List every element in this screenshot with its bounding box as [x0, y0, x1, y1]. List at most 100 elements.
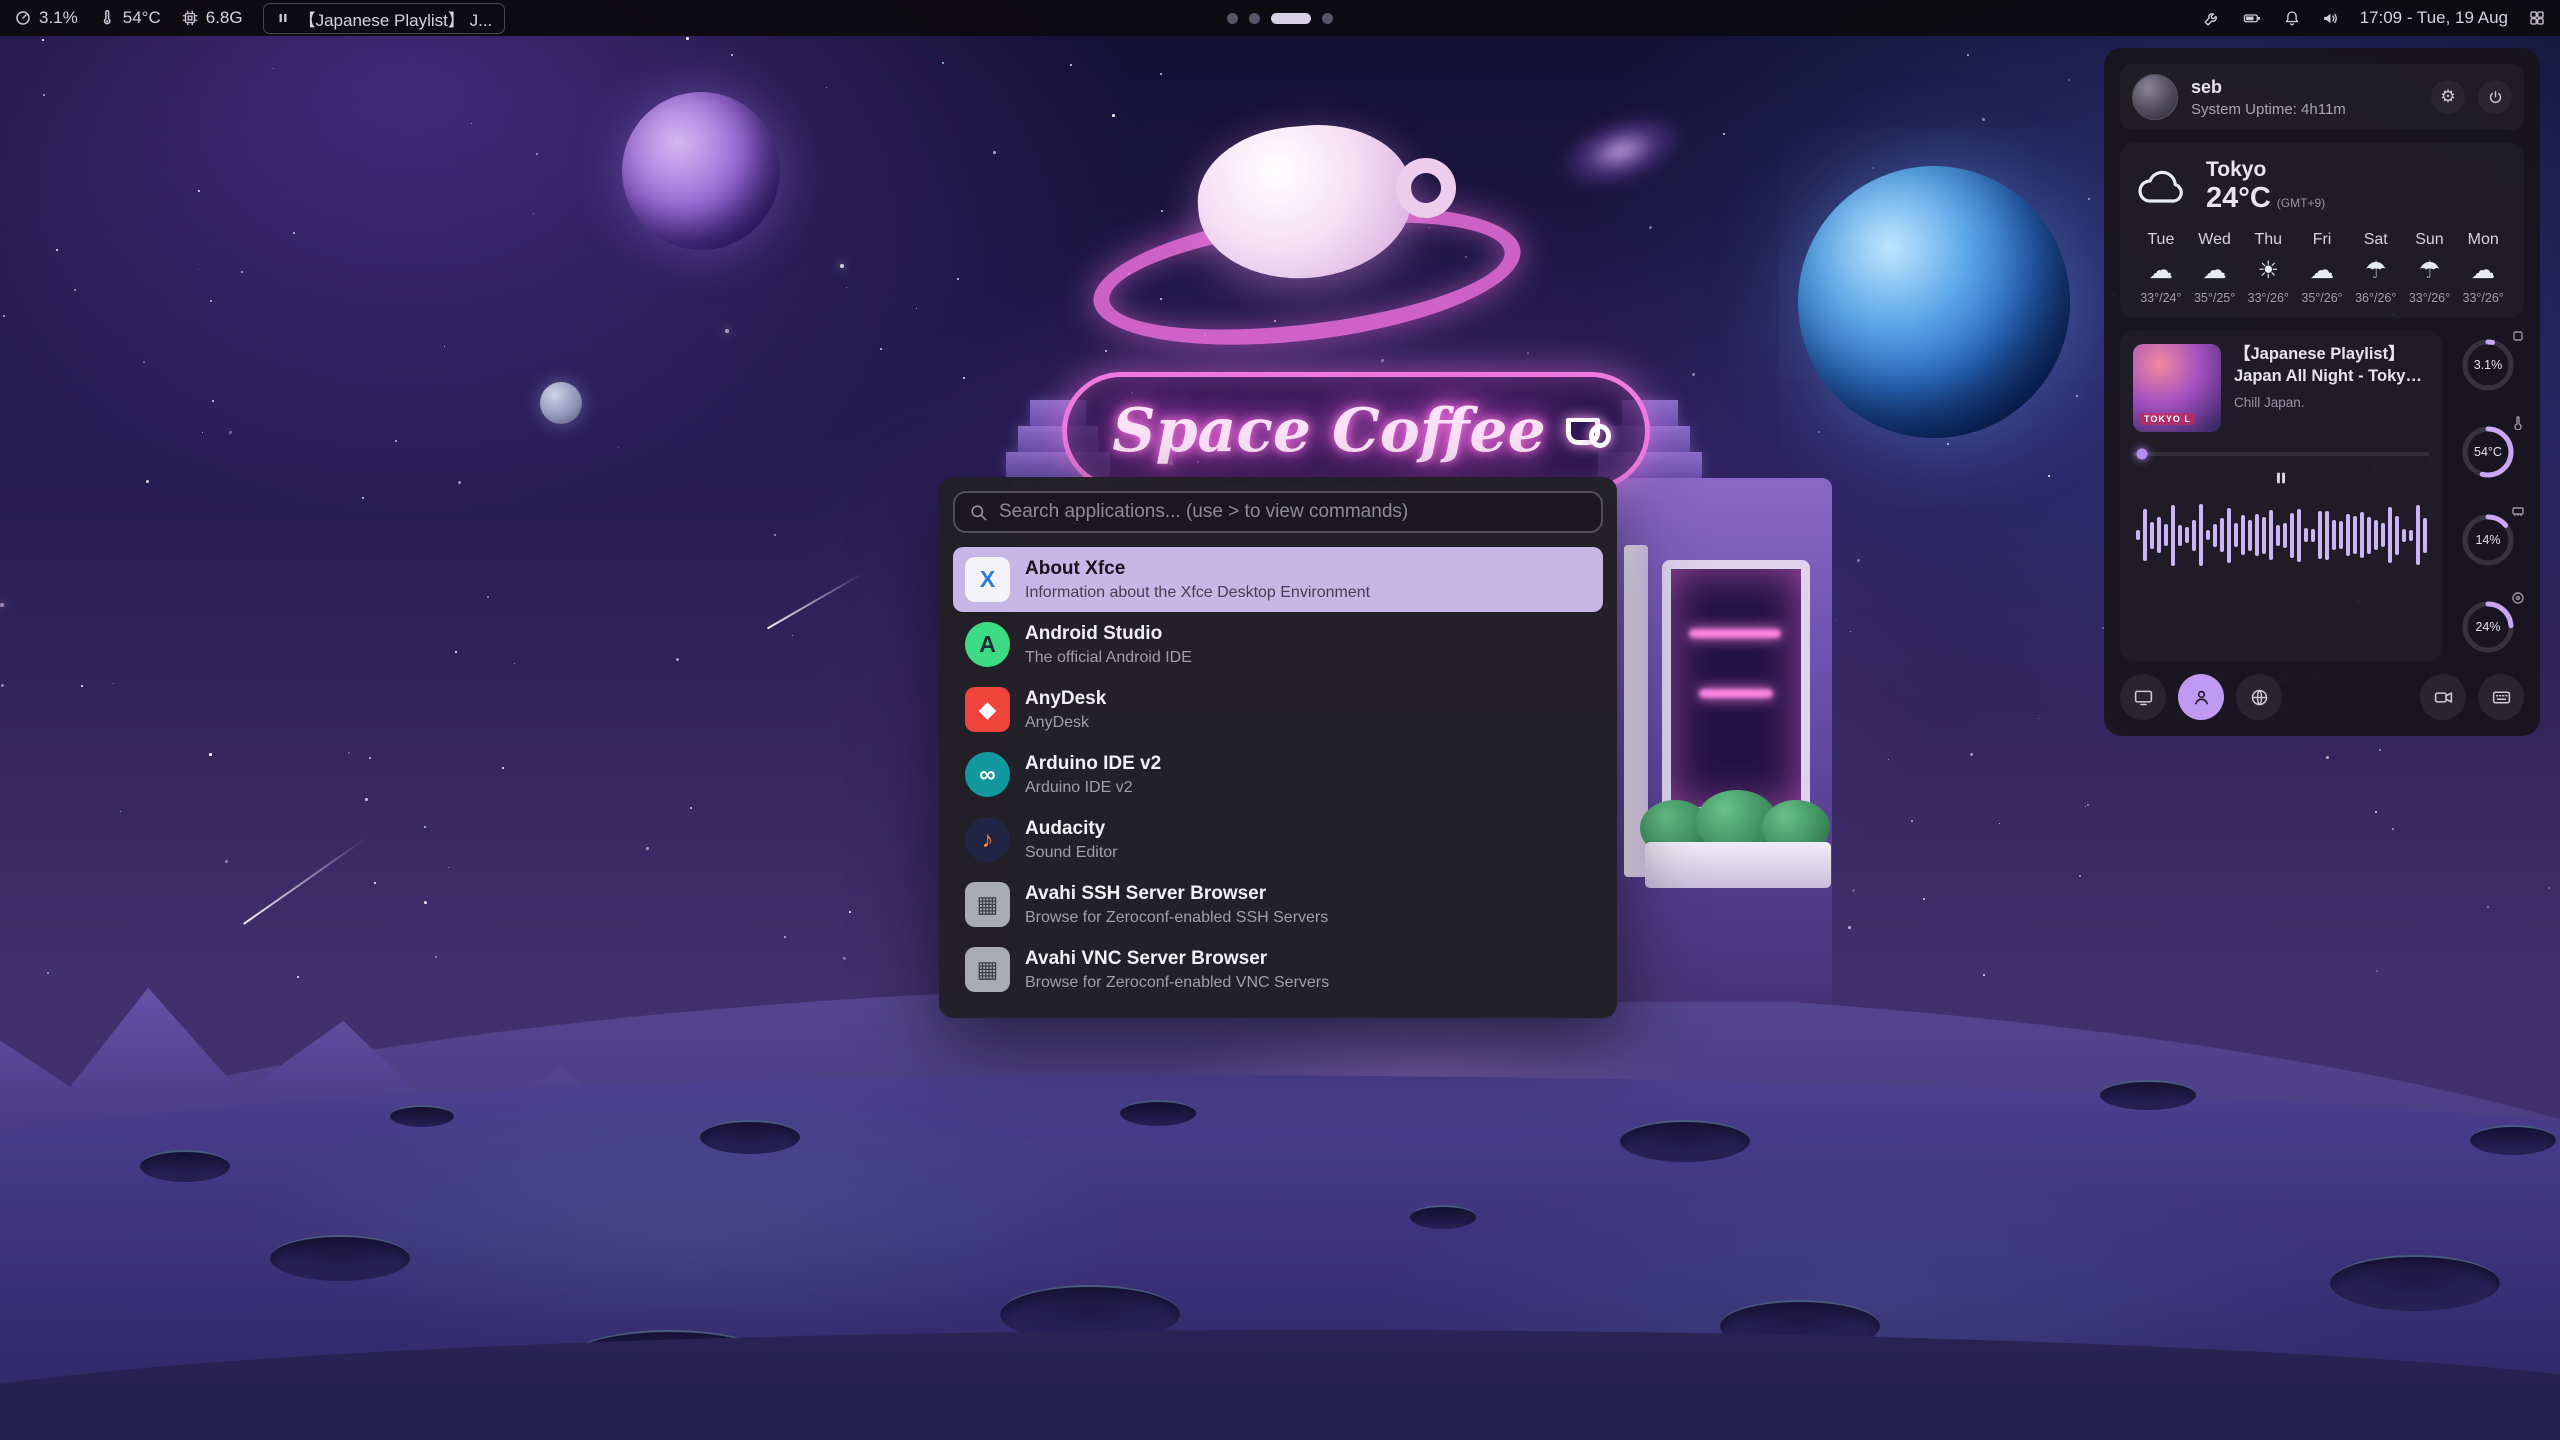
thermometer-icon — [98, 9, 116, 27]
forecast-day-label: Mon — [2456, 231, 2510, 249]
forecast-day: Sat ☂ 36°/26° — [2349, 231, 2403, 305]
notifications-bell-icon[interactable] — [2283, 9, 2301, 27]
profile-button[interactable] — [2178, 674, 2224, 720]
app-description: Sound Editor — [1025, 844, 1118, 862]
launcher-item[interactable]: ▦ Avahi VNC Server Browser Browse for Ze… — [953, 937, 1603, 1002]
cloud-icon: ☁ — [2295, 256, 2349, 286]
forecast-day-label: Wed — [2188, 231, 2242, 249]
track-subtitle: Chill Japan. — [2234, 395, 2429, 410]
memory-gauge: 14% — [2456, 508, 2520, 572]
pause-icon — [276, 11, 290, 25]
globe-icon — [2249, 687, 2270, 708]
app-launcher: X About Xfce Information about the Xfce … — [939, 477, 1617, 1018]
forecast-temps: 36°/26° — [2349, 291, 2403, 305]
search-icon — [969, 503, 988, 522]
weather-timezone: (GMT+9) — [2277, 196, 2325, 210]
temp-gauge: 54°C — [2456, 420, 2520, 484]
progress-bar[interactable] — [2133, 452, 2429, 456]
forecast-day: Mon ☁ 33°/26° — [2456, 231, 2510, 305]
search-input[interactable] — [999, 501, 1587, 523]
search-box[interactable] — [953, 491, 1603, 533]
app-grid-icon[interactable] — [2528, 9, 2546, 27]
app-name: Audacity — [1025, 818, 1118, 840]
app-description: Browse for Zeroconf-enabled VNC Servers — [1025, 974, 1329, 992]
forecast-day: Thu ☀ 33°/26° — [2241, 231, 2295, 305]
album-art: TOKYO L — [2133, 344, 2221, 432]
cloud-icon: ☁ — [2134, 256, 2188, 286]
rain-icon: ☂ — [2403, 256, 2457, 286]
workspace-dot[interactable] — [1249, 13, 1260, 24]
keyboard-icon — [2491, 687, 2512, 708]
shop-window — [1662, 560, 1810, 816]
app-description: Browse for Zeroconf-enabled SSH Servers — [1025, 909, 1328, 927]
forecast-temps: 33°/26° — [2403, 291, 2457, 305]
workspace-dot[interactable] — [1322, 13, 1333, 24]
temperature-value: 54°C — [123, 8, 161, 28]
power-icon — [2487, 89, 2504, 106]
system-gauges: 3.1% 54°C 14% 24% — [2452, 331, 2524, 661]
weather-city: Tokyo — [2206, 158, 2325, 182]
neon-sign: Space Coffee — [1062, 372, 1650, 490]
weather-temp: 24°C — [2206, 182, 2271, 215]
forecast-day-label: Tue — [2134, 231, 2188, 249]
forecast-day: Tue ☁ 33°/24° — [2134, 231, 2188, 305]
forecast-day: Wed ☁ 35°/25° — [2188, 231, 2242, 305]
workspace-dots — [1227, 0, 1333, 36]
app-icon: ♪ — [965, 817, 1010, 862]
temperature-indicator: 54°C — [98, 8, 161, 28]
keyboard-button[interactable] — [2478, 674, 2524, 720]
cloud-icon: ☁ — [2188, 256, 2242, 286]
tools-icon[interactable] — [2202, 9, 2221, 28]
progress-handle[interactable] — [2136, 449, 2147, 460]
forecast-temps: 35°/25° — [2188, 291, 2242, 305]
cpu-gauge: 3.1% — [2456, 333, 2520, 397]
launcher-item[interactable]: A Android Studio The official Android ID… — [953, 612, 1603, 677]
globe-button[interactable] — [2236, 674, 2282, 720]
rain-icon: ☂ — [2349, 256, 2403, 286]
app-name: Avahi VNC Server Browser — [1025, 948, 1329, 970]
track-title: 【Japanese Playlist】 Japan All Night - To… — [2234, 344, 2429, 388]
disk-gauge: 24% — [2456, 595, 2520, 659]
neon-sign-text: Space Coffee — [1112, 396, 1546, 466]
screen-button[interactable] — [2120, 674, 2166, 720]
app-icon: ▦ — [965, 947, 1010, 992]
battery-icon[interactable] — [2241, 9, 2263, 27]
launcher-item[interactable]: ▦ Avahi SSH Server Browser Browse for Ze… — [953, 872, 1603, 937]
launcher-item[interactable]: ∞ Arduino IDE v2 Arduino IDE v2 — [953, 742, 1603, 807]
app-name: Arduino IDE v2 — [1025, 753, 1161, 775]
app-description: Information about the Xfce Desktop Envir… — [1025, 584, 1370, 602]
play-pause-button[interactable] — [2273, 470, 2289, 486]
planter-box — [1645, 842, 1831, 888]
app-name: Android Studio — [1025, 623, 1192, 645]
workspace-dot[interactable] — [1227, 13, 1238, 24]
app-name: AnyDesk — [1025, 688, 1106, 710]
launcher-item[interactable]: ◆ AnyDesk AnyDesk — [953, 677, 1603, 742]
coffee-mug-icon — [1566, 418, 1600, 445]
cloud-icon: ☁ — [2456, 256, 2510, 286]
workspace-dot[interactable] — [1271, 13, 1311, 24]
launcher-item[interactable]: X About Xfce Information about the Xfce … — [953, 547, 1603, 612]
volume-icon[interactable] — [2321, 9, 2340, 28]
desktop: Space Coffee 3.1% 54°C 6.8G — [0, 0, 2560, 1440]
clock[interactable]: 17:09 - Tue, 19 Aug — [2360, 8, 2508, 28]
user-card: seb System Uptime: 4h11m ⚙ — [2120, 64, 2524, 130]
video-camera-icon — [2433, 687, 2454, 708]
top-bar: 3.1% 54°C 6.8G 【Japanese Playlist】 J... — [0, 0, 2560, 36]
video-button[interactable] — [2420, 674, 2466, 720]
pause-icon — [2273, 470, 2289, 486]
album-art-label: TOKYO L — [2140, 413, 2195, 425]
app-name: About Xfce — [1025, 558, 1370, 580]
app-name: Avahi SSH Server Browser — [1025, 883, 1328, 905]
forecast-day-label: Sun — [2403, 231, 2457, 249]
power-button[interactable] — [2478, 80, 2512, 114]
sun-icon: ☀ — [2241, 256, 2295, 286]
cpu-value: 3.1% — [39, 8, 78, 28]
forecast-temps: 33°/24° — [2134, 291, 2188, 305]
settings-button[interactable]: ⚙ — [2431, 80, 2465, 114]
weather-widget: Tokyo 24°C (GMT+9) Tue ☁ 33°/24° Wed ☁ 3… — [2120, 143, 2524, 318]
music-widget[interactable]: 【Japanese Playlist】 J... — [263, 3, 506, 34]
music-track-label: 【Japanese Playlist】 J... — [299, 6, 493, 31]
app-icon: ∞ — [965, 752, 1010, 797]
launcher-item[interactable]: ♪ Audacity Sound Editor — [953, 807, 1603, 872]
forecast-day: Sun ☂ 33°/26° — [2403, 231, 2457, 305]
